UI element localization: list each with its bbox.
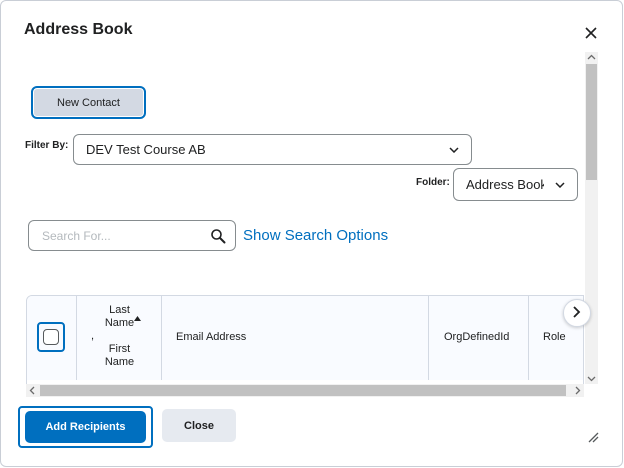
- table-header: Last Name , First Name Email Address Org…: [27, 296, 583, 380]
- close-icon[interactable]: [581, 23, 601, 43]
- scroll-right-button[interactable]: [563, 299, 591, 327]
- select-all-column: [27, 296, 77, 380]
- vertical-scroll-thumb[interactable]: [586, 64, 597, 180]
- close-button[interactable]: Close: [162, 409, 236, 442]
- orgdefinedid-column-header[interactable]: OrgDefinedId: [429, 296, 529, 380]
- search-box: [28, 220, 236, 251]
- search-input[interactable]: [40, 228, 204, 244]
- folder-label: Folder:: [416, 177, 450, 188]
- chevron-right-icon: [573, 306, 581, 318]
- name-column-header[interactable]: Last Name , First Name: [77, 296, 162, 380]
- first-name-header[interactable]: First Name: [100, 343, 140, 369]
- address-book-dialog: Address Book New Contact Filter By: DEV …: [0, 0, 623, 467]
- chevron-down-icon: [555, 181, 565, 188]
- folder-value: Address Book: [466, 177, 544, 192]
- email-column-header[interactable]: Email Address: [162, 296, 429, 380]
- show-search-options-link[interactable]: Show Search Options: [243, 227, 388, 244]
- filter-by-label: Filter By:: [25, 140, 69, 151]
- dialog-title: Address Book: [24, 21, 133, 38]
- scroll-left-icon[interactable]: [28, 386, 37, 395]
- filter-by-select[interactable]: DEV Test Course AB: [73, 134, 472, 165]
- select-all-checkbox[interactable]: [43, 329, 59, 345]
- chevron-down-icon: [449, 146, 459, 153]
- search-icon[interactable]: [210, 228, 226, 244]
- horizontal-scrollbar[interactable]: [26, 384, 584, 397]
- vertical-scrollbar[interactable]: [585, 52, 598, 384]
- filter-by-value: DEV Test Course AB: [86, 142, 206, 157]
- resize-grip-icon[interactable]: [587, 431, 599, 443]
- scroll-down-icon[interactable]: [587, 374, 596, 383]
- folder-select[interactable]: Address Book: [453, 168, 578, 201]
- orgdefinedid-header[interactable]: OrgDefinedId: [444, 331, 509, 343]
- select-all-focus-ring: [37, 322, 65, 352]
- sort-ascending-icon: [134, 316, 141, 321]
- scroll-right-icon[interactable]: [573, 386, 582, 395]
- add-recipients-focus-ring: Add Recipients: [18, 406, 153, 448]
- email-header[interactable]: Email Address: [176, 331, 246, 343]
- new-contact-button[interactable]: New Contact: [31, 86, 146, 119]
- name-separator: ,: [91, 330, 95, 342]
- scroll-up-icon[interactable]: [587, 53, 596, 62]
- horizontal-scroll-thumb[interactable]: [40, 385, 566, 396]
- add-recipients-button[interactable]: Add Recipients: [25, 411, 146, 443]
- role-header[interactable]: Role: [543, 331, 566, 343]
- contacts-table: Last Name , First Name Email Address Org…: [26, 295, 584, 397]
